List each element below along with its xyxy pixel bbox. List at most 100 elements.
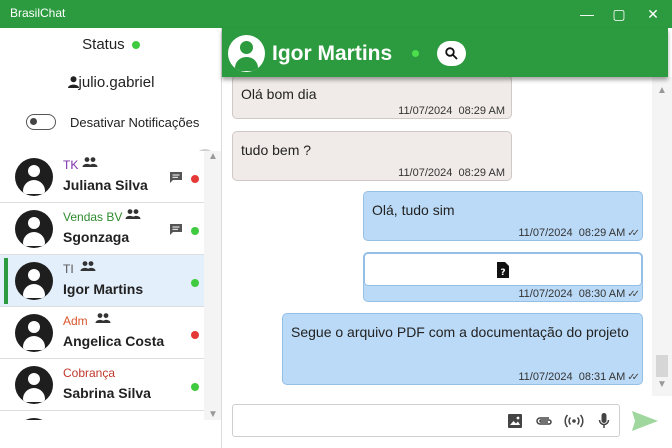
message-text: Olá, tudo sim [372, 202, 455, 218]
scroll-down-icon[interactable]: ▼ [208, 409, 218, 420]
contact-avatar [228, 35, 265, 72]
contact-department: SAC BV [63, 418, 107, 420]
read-receipt-icon: ✓✓ [627, 372, 640, 383]
chat-contact-name: Igor Martins [272, 42, 393, 65]
incoming-message[interactable]: Olá bom dia 11/07/2024 08:29 AM [232, 77, 512, 119]
status-online-dot [131, 41, 140, 49]
contact-list: TK Juliana Silva Vendas BV Sgonzaga TI Igor M… [0, 151, 204, 420]
scroll-thumb[interactable] [656, 355, 668, 377]
close-button[interactable]: ✕ [641, 2, 665, 26]
maximize-button[interactable]: ▢ [607, 2, 631, 26]
message-date: 11/07/2024 [518, 371, 573, 383]
scroll-up-icon[interactable]: ▲ [208, 151, 218, 162]
message-icon[interactable] [169, 171, 183, 189]
group-icon [125, 207, 141, 225]
contact-item[interactable]: TI Igor Martins [0, 255, 204, 307]
chat-search-button[interactable] [437, 41, 466, 66]
contact-name: Sgonzaga [63, 229, 130, 245]
minimize-button[interactable]: — [575, 2, 599, 26]
title-bar: BrasilChat — ▢ ✕ [0, 0, 672, 28]
message-text: Olá bom dia [241, 86, 317, 102]
message-list: Olá bom dia 11/07/2024 08:29 AM tudo bem ?… [222, 77, 652, 396]
brasilchat-window: BrasilChat — ▢ ✕ Status julio.gabriel De… [0, 0, 672, 448]
read-receipt-icon: ✓✓ [627, 289, 640, 300]
avatar [15, 366, 53, 404]
current-user: julio.gabriel [0, 74, 222, 91]
outgoing-message[interactable]: ? 11/07/2024 08:30 AM ✓✓ [363, 252, 643, 302]
message-timestamp: 11/07/2024 08:29 AM [398, 167, 505, 179]
contact-name: Juliana Silva [63, 177, 148, 193]
incoming-message[interactable]: tudo bem ? 11/07/2024 08:29 AM [232, 131, 512, 181]
message-input[interactable] [237, 407, 499, 434]
chat-header: Igor Martins [222, 28, 668, 77]
microphone-icon[interactable] [594, 411, 614, 431]
scroll-down-icon[interactable]: ▼ [657, 379, 667, 390]
svg-text:?: ? [500, 268, 505, 278]
contact-item[interactable]: SAC BV [0, 411, 204, 420]
contact-item[interactable]: TK Juliana Silva [0, 151, 204, 203]
avatar [15, 210, 53, 248]
contact-item[interactable]: Cobrança Sabrina Silva [0, 359, 204, 411]
message-timestamp: 11/07/2024 08:29 AM [398, 105, 505, 117]
notifications-toggle-row: Desativar Notificações [26, 114, 199, 130]
message-composer [232, 404, 620, 437]
avatar [15, 158, 53, 196]
message-time: 08:31 AM [578, 371, 626, 383]
message-text: Segue o arquivo PDF com a documentação d… [291, 324, 629, 340]
contact-department: Adm [63, 314, 88, 328]
group-icon [80, 259, 96, 277]
send-icon [632, 411, 658, 431]
message-time: 08:30 AM [578, 288, 626, 300]
notifications-label: Desativar Notificações [70, 114, 200, 130]
group-icon [95, 311, 111, 329]
contact-status-dot [191, 279, 199, 287]
read-receipt-icon: ✓✓ [627, 228, 640, 239]
message-time: 08:29 AM [458, 167, 505, 179]
contact-name: Igor Martins [63, 281, 144, 297]
contact-name: Sabrina Silva [63, 385, 151, 401]
send-button[interactable] [630, 408, 660, 434]
user-icon [67, 76, 79, 88]
avatar [15, 262, 53, 300]
outgoing-message[interactable]: Olá, tudo sim 11/07/2024 08:29 AM ✓✓ [363, 191, 643, 241]
message-timestamp: 11/07/2024 08:30 AM ✓✓ [518, 288, 640, 300]
contact-list-scrollbar[interactable]: ▲ ▼ [204, 151, 221, 420]
status-label: Status [82, 36, 125, 53]
broadcast-icon[interactable] [564, 411, 584, 431]
message-date: 11/07/2024 [398, 167, 453, 179]
contact-status-dot [191, 383, 199, 391]
contact-online-dot [412, 50, 419, 57]
avatar [15, 314, 53, 352]
contact-item[interactable]: Vendas BV Sgonzaga [0, 203, 204, 255]
username: julio.gabriel [78, 74, 155, 91]
message-text: tudo bem ? [241, 142, 312, 158]
chat-scrollbar[interactable]: ▲ ▼ [652, 77, 672, 396]
image-icon[interactable] [505, 411, 525, 431]
status-selector[interactable]: Status [0, 36, 222, 53]
app-title: BrasilChat [10, 6, 66, 20]
message-date: 11/07/2024 [518, 288, 573, 300]
message-time: 08:29 AM [578, 227, 626, 239]
message-timestamp: 11/07/2024 08:29 AM ✓✓ [518, 227, 640, 239]
contact-name: Angelica Costa [63, 333, 165, 349]
pdf-file-icon: ? [497, 261, 509, 278]
outgoing-message[interactable]: Segue o arquivo PDF com a documentação d… [282, 313, 643, 385]
search-icon [445, 47, 458, 60]
contact-item[interactable]: Adm Angelica Costa [0, 307, 204, 359]
contact-status-dot [191, 227, 199, 235]
message-date: 11/07/2024 [518, 227, 573, 239]
pdf-attachment[interactable]: ? [364, 253, 642, 286]
message-time: 08:29 AM [458, 105, 505, 117]
message-icon[interactable] [169, 223, 183, 241]
message-date: 11/07/2024 [398, 105, 453, 117]
avatar [15, 418, 53, 420]
attach-icon[interactable] [534, 411, 554, 431]
contact-status-dot [191, 175, 199, 183]
group-icon [82, 155, 98, 173]
contact-department: Vendas BV [63, 210, 123, 224]
contact-department: TK [63, 158, 79, 172]
contact-department: Cobrança [63, 366, 116, 380]
message-timestamp: 11/07/2024 08:31 AM ✓✓ [518, 371, 640, 383]
scroll-up-icon[interactable]: ▲ [657, 85, 667, 96]
notifications-toggle[interactable] [26, 114, 56, 130]
